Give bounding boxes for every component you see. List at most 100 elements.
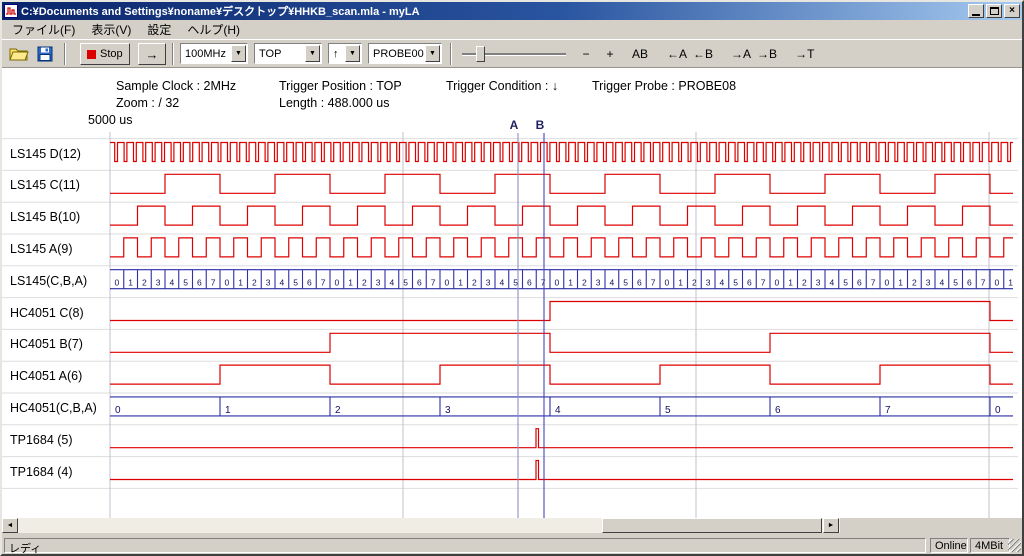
menu-item-0[interactable]: ファイル(F) (4, 19, 83, 40)
menu-item-1[interactable]: 表示(V) (83, 19, 139, 40)
svg-text:3: 3 (486, 278, 491, 288)
chevron-down-icon[interactable]: ▼ (305, 45, 320, 62)
svg-text:5: 5 (953, 278, 958, 288)
svg-text:0: 0 (225, 278, 230, 288)
svg-text:0: 0 (335, 278, 340, 288)
move-b-left-button[interactable]: ←B (690, 43, 716, 65)
svg-text:5: 5 (623, 278, 628, 288)
chevron-down-icon[interactable]: ▼ (345, 45, 360, 62)
folder-icon (9, 46, 29, 62)
maximize-button[interactable] (986, 4, 1002, 18)
svg-text:6: 6 (527, 278, 532, 288)
svg-text:3: 3 (376, 278, 381, 288)
svg-text:0: 0 (115, 405, 121, 416)
scroll-left-button[interactable]: ◄ (2, 518, 18, 533)
trigger-probe-value: PROBE00 (369, 48, 425, 60)
svg-text:2: 2 (802, 278, 807, 288)
trigger-edge-value: ↑ (329, 48, 345, 60)
move-b-right-button[interactable]: →B (754, 43, 780, 65)
svg-text:6: 6 (417, 278, 422, 288)
svg-text:3: 3 (926, 278, 931, 288)
menu-item-3[interactable]: ヘルプ(H) (179, 19, 248, 40)
move-a-right-button[interactable]: →A (728, 43, 754, 65)
svg-text:5: 5 (293, 278, 298, 288)
svg-text:1: 1 (128, 278, 133, 288)
svg-text:4: 4 (610, 278, 615, 288)
save-file-button[interactable] (34, 43, 56, 65)
chevron-down-icon[interactable]: ▼ (425, 45, 440, 62)
svg-text:4: 4 (830, 278, 835, 288)
trigger-edge-combo[interactable]: ↑ ▼ (328, 43, 362, 64)
svg-text:7: 7 (885, 405, 891, 416)
sample-clock-combo[interactable]: 100MHz ▼ (180, 43, 248, 64)
svg-text:0: 0 (445, 278, 450, 288)
svg-text:4: 4 (720, 278, 725, 288)
minimize-button[interactable] (968, 4, 984, 18)
svg-text:5: 5 (733, 278, 738, 288)
zoom-out-button[interactable]: − (574, 43, 598, 65)
cursor-nav-buttons: −+ AB ←A←B →A→B →T (574, 43, 817, 65)
maximize-icon (990, 7, 999, 15)
sample-clock-info: Sample Clock : 2MHz (116, 79, 236, 93)
svg-text:3: 3 (816, 278, 821, 288)
move-a-left-button[interactable]: ←A (664, 43, 690, 65)
menu-item-2[interactable]: 設定 (139, 19, 179, 40)
scroll-right-button[interactable]: ► (823, 518, 839, 533)
svg-text:7: 7 (431, 278, 436, 288)
scroll-thumb[interactable] (602, 518, 822, 533)
slider-thumb[interactable] (476, 46, 485, 62)
svg-text:1: 1 (788, 278, 793, 288)
svg-text:5: 5 (665, 405, 671, 416)
svg-text:5: 5 (183, 278, 188, 288)
app-window: C:¥Documents and Settings¥noname¥デスクトップ¥… (0, 0, 1024, 556)
svg-text:6: 6 (775, 405, 781, 416)
svg-text:1: 1 (348, 278, 353, 288)
svg-text:5: 5 (403, 278, 408, 288)
svg-text:2: 2 (582, 278, 587, 288)
svg-text:6: 6 (857, 278, 862, 288)
trigger-position-value: TOP (255, 48, 305, 60)
zoom-slider[interactable] (462, 43, 566, 65)
goto-trigger-button[interactable]: →T (792, 43, 817, 65)
zoom-in-button[interactable]: + (598, 43, 622, 65)
svg-text:0: 0 (995, 278, 1000, 288)
window-controls: × (968, 4, 1020, 18)
trigger-condition-info: Trigger Condition : ↓ (446, 79, 558, 93)
svg-text:1: 1 (238, 278, 243, 288)
resize-grip[interactable] (1008, 539, 1021, 552)
toolbar: Stop → 100MHz ▼ TOP ▼ ↑ ▼ PROBE00 ▼ −+ AB… (2, 39, 1022, 68)
svg-text:6: 6 (307, 278, 312, 288)
run-arrow-icon: → (146, 47, 159, 62)
toolbar-separator (172, 43, 174, 65)
trigger-probe-combo[interactable]: PROBE00 ▼ (368, 43, 442, 64)
svg-text:2: 2 (692, 278, 697, 288)
ab-range-button[interactable]: AB (628, 43, 652, 65)
svg-text:4: 4 (940, 278, 945, 288)
horizontal-scrollbar[interactable]: ◄ ► (2, 518, 840, 533)
svg-text:0: 0 (775, 278, 780, 288)
svg-text:7: 7 (541, 278, 546, 288)
svg-text:3: 3 (445, 405, 451, 416)
svg-text:7: 7 (871, 278, 876, 288)
toolbar-separator (64, 43, 66, 65)
app-icon (4, 4, 18, 18)
stop-button[interactable]: Stop (80, 43, 130, 65)
svg-text:1: 1 (678, 278, 683, 288)
svg-text:3: 3 (156, 278, 161, 288)
waveform-area: 0123456701234567012345670123456701234567… (2, 130, 1018, 518)
run-button[interactable]: → (138, 43, 166, 65)
svg-text:6: 6 (637, 278, 642, 288)
title-bar[interactable]: C:¥Documents and Settings¥noname¥デスクトップ¥… (2, 2, 1022, 20)
svg-text:7: 7 (761, 278, 766, 288)
time-scale-label: 5000 us (88, 113, 132, 127)
trigger-position-combo[interactable]: TOP ▼ (254, 43, 322, 64)
svg-text:7: 7 (981, 278, 986, 288)
status-message: レディ (4, 538, 926, 553)
floppy-icon (37, 46, 53, 62)
open-file-button[interactable] (8, 43, 30, 65)
svg-text:7: 7 (211, 278, 216, 288)
close-button[interactable]: × (1004, 4, 1020, 18)
stop-icon (87, 50, 96, 59)
chevron-down-icon[interactable]: ▼ (231, 45, 246, 62)
svg-text:6: 6 (197, 278, 202, 288)
